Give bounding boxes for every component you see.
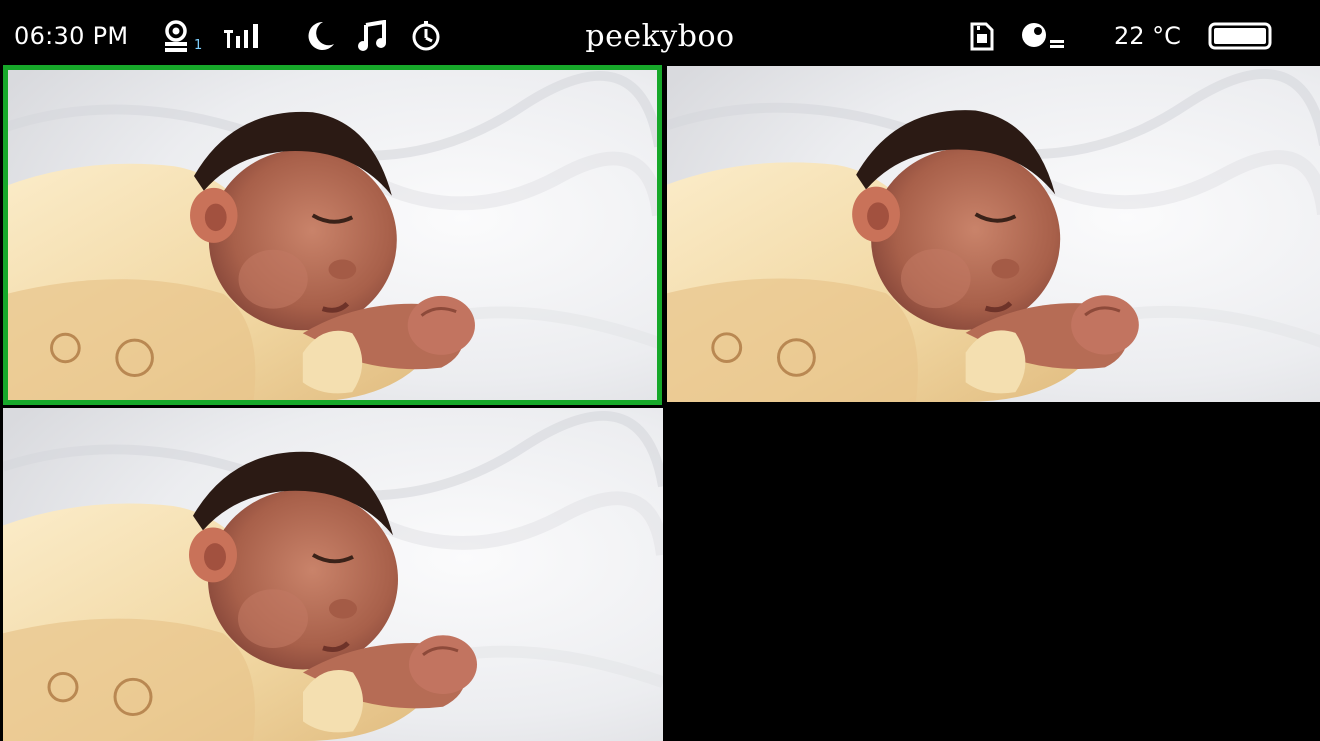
timer-icon xyxy=(410,20,442,52)
camera-feed-2 xyxy=(667,66,1320,402)
signal-icon xyxy=(224,22,270,50)
night-mode-indicator[interactable] xyxy=(304,6,336,66)
temperature: 22 °C xyxy=(1114,6,1181,66)
time-text: 06:30 PM xyxy=(14,22,129,50)
status-bar: 06:30 PM 1 peekyboo 22 °C xyxy=(2,6,1318,66)
feeding-icon xyxy=(1020,20,1072,52)
feeding-indicator[interactable] xyxy=(1020,6,1072,66)
moon-icon xyxy=(304,20,336,52)
camera-feed-1 xyxy=(6,68,659,402)
battery-indicator xyxy=(1208,6,1274,66)
app-title-text: peekyboo xyxy=(585,18,735,54)
temperature-text: 22 °C xyxy=(1114,22,1181,50)
baby-camera-icon xyxy=(162,19,192,53)
storage-indicator xyxy=(968,6,996,66)
timer-indicator[interactable] xyxy=(410,6,442,66)
signal-indicator xyxy=(224,6,270,66)
camera-feed-3 xyxy=(3,408,663,741)
clock: 06:30 PM xyxy=(14,6,128,66)
lullaby-indicator[interactable] xyxy=(358,6,388,66)
camera-count: 1 xyxy=(194,37,203,53)
camera-indicator[interactable]: 1 xyxy=(162,6,202,66)
sd-card-icon xyxy=(968,20,996,52)
camera-tile-1[interactable] xyxy=(6,68,659,402)
camera-tile-2[interactable] xyxy=(667,66,1320,402)
camera-tile-4-empty[interactable] xyxy=(666,408,1320,741)
battery-icon xyxy=(1208,21,1274,51)
camera-tile-3[interactable] xyxy=(3,408,663,741)
music-note-icon xyxy=(358,20,388,52)
app-frame: 06:30 PM 1 peekyboo 22 °C xyxy=(0,0,1320,741)
